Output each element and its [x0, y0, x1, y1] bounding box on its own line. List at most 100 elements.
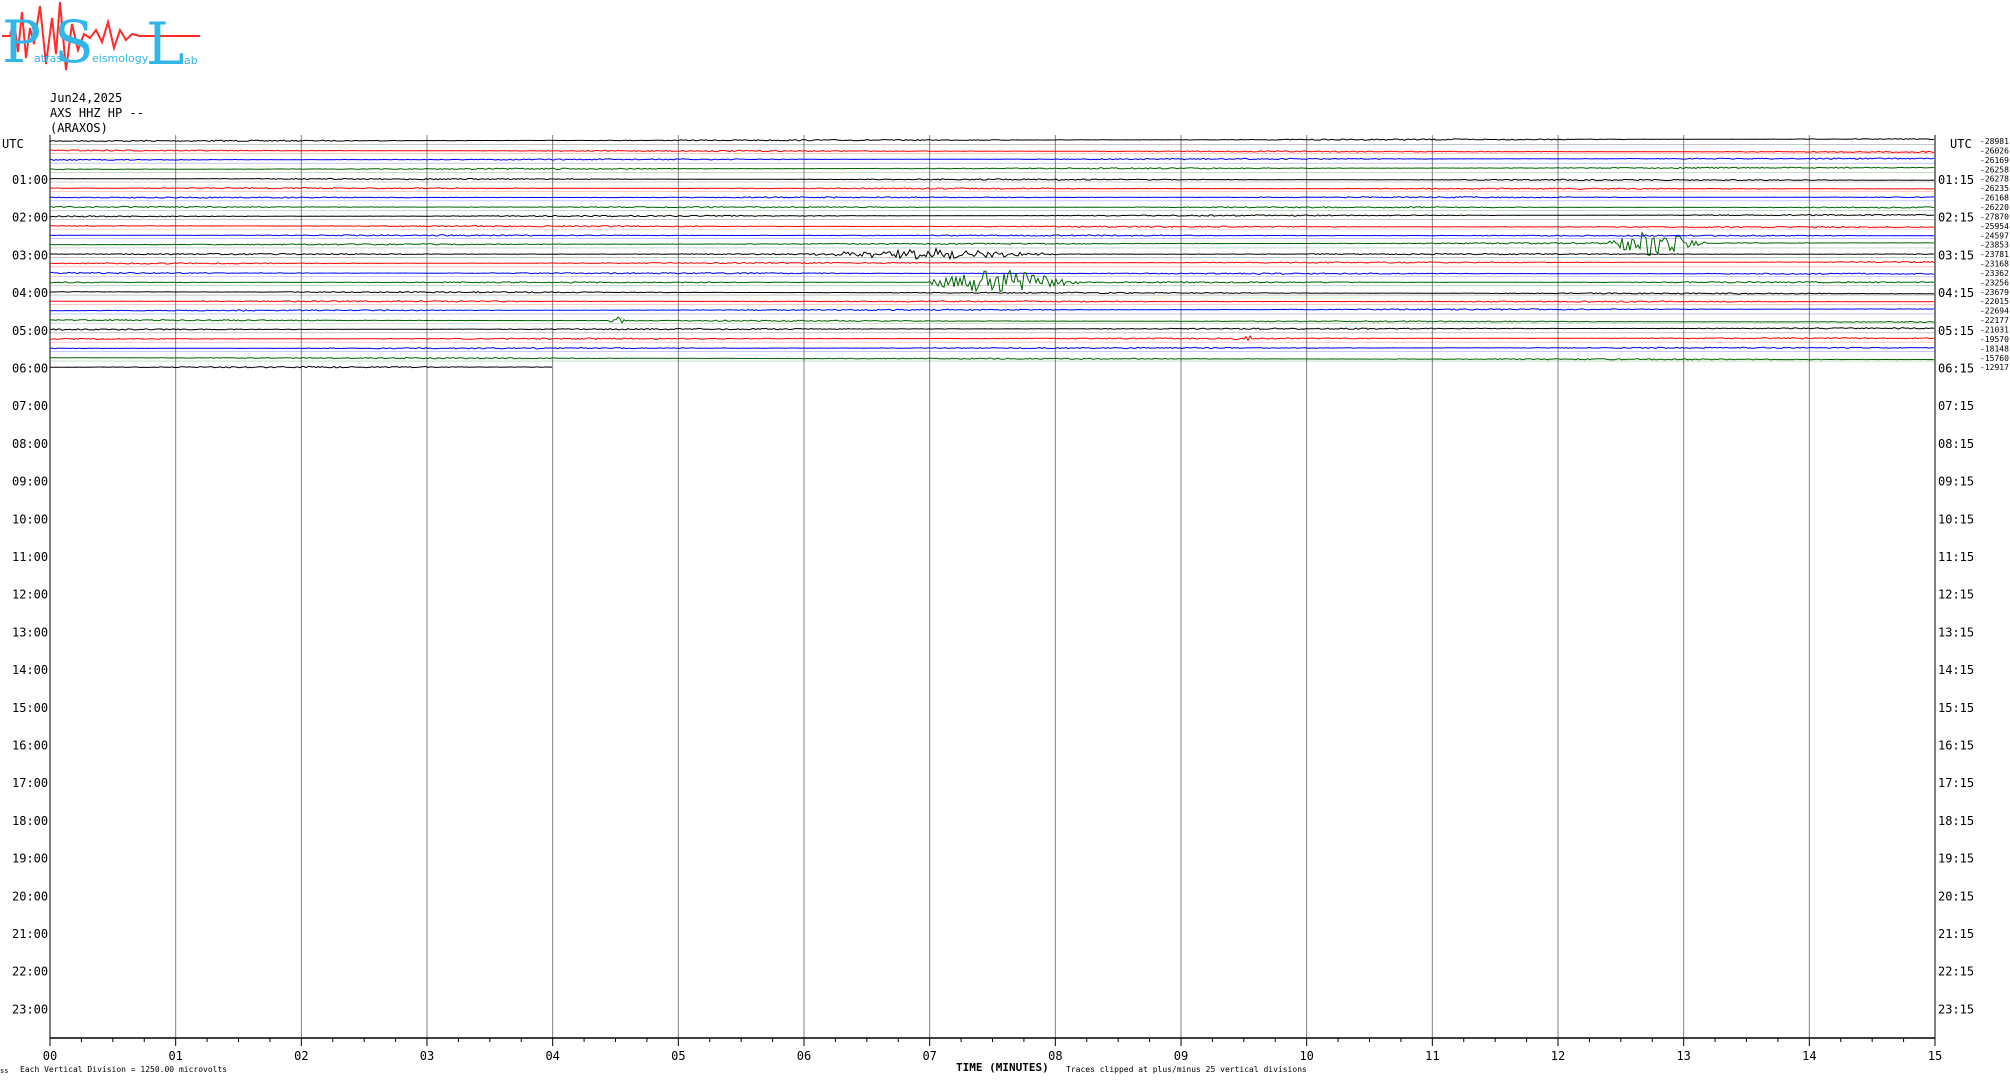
x-tick-label: 03	[420, 1049, 434, 1063]
x-tick-label: 02	[294, 1049, 308, 1063]
offset-label: -25954	[1980, 222, 2009, 231]
offset-label: -18148	[1980, 344, 2009, 353]
offset-label: -24597	[1980, 231, 2009, 240]
right-hour-label: 02:15	[1938, 211, 1974, 225]
offset-label: -27870	[1980, 212, 2009, 221]
right-hour-label: 17:15	[1938, 776, 1974, 790]
x-tick-label: 08	[1048, 1049, 1062, 1063]
vertical-grid	[49, 135, 1936, 1038]
x-tick-label: 09	[1174, 1049, 1188, 1063]
trace-line	[49, 205, 1934, 209]
trace-line	[49, 316, 1935, 324]
x-tick-label: 12	[1551, 1049, 1565, 1063]
offset-label: -22694	[1980, 307, 2009, 316]
right-hour-label: 06:15	[1938, 362, 1974, 376]
right-hour-label: 15:15	[1938, 701, 1974, 715]
x-tick-label: 11	[1425, 1049, 1439, 1063]
left-hour-label: 17:00	[12, 776, 48, 790]
logo-word-ab: ab	[184, 54, 198, 67]
left-hour-label: 23:00	[12, 1002, 48, 1016]
trace-line	[49, 213, 1935, 218]
left-hour-label: 08:00	[12, 437, 48, 451]
left-hour-label: 15:00	[12, 701, 48, 715]
trace-line	[49, 234, 1934, 237]
right-hour-label: 10:15	[1938, 512, 1974, 526]
trace-line	[49, 290, 1934, 295]
footer-clip-note: Traces clipped at plus/minus 25 vertical…	[1066, 1065, 1307, 1074]
x-tick-label: 14	[1802, 1049, 1816, 1063]
offset-label: -26235	[1980, 184, 2009, 193]
trace-line	[49, 346, 1934, 350]
right-hour-label: 03:15	[1938, 248, 1974, 262]
x-tick-label: 07	[922, 1049, 936, 1063]
trace-line	[49, 196, 1935, 199]
offset-label: -12917	[1980, 363, 2009, 372]
right-hour-label: 18:15	[1938, 814, 1974, 828]
trace-line	[49, 327, 1935, 331]
right-hour-label: 12:15	[1938, 588, 1974, 602]
offset-label: -19570	[1980, 335, 2009, 344]
helicorder-chart: P S L atras eismology ab Jun24,2025 AXS …	[0, 1, 2009, 1075]
logo-word-eismology: eismology	[92, 52, 149, 65]
offset-label: -23362	[1980, 269, 2009, 278]
offset-label: -23853	[1980, 241, 2009, 250]
right-hour-label: 20:15	[1938, 889, 1974, 903]
trace-line	[49, 308, 1935, 312]
right-hour-label: 14:15	[1938, 663, 1974, 677]
left-hour-label: 04:00	[12, 286, 48, 300]
left-hour-label: 14:00	[12, 663, 48, 677]
x-axis-title: TIME (MINUTES)	[956, 1061, 1049, 1074]
x-tick-label: 10	[1299, 1049, 1313, 1063]
offset-label: -22177	[1980, 316, 2009, 325]
left-hour-label: 09:00	[12, 475, 48, 489]
x-tick-label: 05	[671, 1049, 685, 1063]
left-hour-label: 22:00	[12, 965, 48, 979]
right-hour-label: 08:15	[1938, 437, 1974, 451]
offset-label: -26169	[1980, 156, 2009, 165]
left-hour-label: 16:00	[12, 739, 48, 753]
right-hour-label: 22:15	[1938, 965, 1974, 979]
right-hour-labels: 01:15 02:15 03:15 04:15 05:15 06:15 07:15 08:15…	[1938, 173, 1974, 1016]
trace-line	[50, 365, 553, 369]
right-hour-label: 11:15	[1938, 550, 1974, 564]
trace-line	[50, 177, 1935, 182]
header-station-name: (ARAXOS)	[50, 121, 108, 135]
offset-label: -23256	[1980, 278, 2009, 287]
left-hour-label: 05:00	[12, 324, 48, 338]
left-hour-label: 13:00	[12, 625, 48, 639]
right-hour-label: 19:15	[1938, 852, 1974, 866]
x-tick-label: 04	[545, 1049, 559, 1063]
offset-label: -26168	[1980, 194, 2009, 203]
logo-letter-l: L	[146, 10, 185, 78]
left-hour-label: 02:00	[12, 211, 48, 225]
x-tick-label: 13	[1676, 1049, 1690, 1063]
left-utc-label: UTC	[2, 137, 24, 151]
left-hour-label: 07:00	[12, 399, 48, 413]
right-hour-label: 01:15	[1938, 173, 1974, 187]
header-date: Jun24,2025	[50, 91, 122, 105]
offset-label: -23781	[1980, 250, 2009, 259]
footer-corner-mark: ss	[0, 1067, 8, 1075]
right-utc-label: UTC	[1950, 137, 1972, 151]
right-hour-label: 13:15	[1938, 625, 1974, 639]
seismogram-traces	[49, 137, 1935, 369]
left-hour-labels: 01:00 02:00 03:00 04:00 05:00 06:00 07:00 08:00…	[12, 173, 48, 1016]
left-hour-label: 12:00	[12, 588, 48, 602]
offset-label: -22015	[1980, 297, 2009, 306]
trace-line	[49, 137, 1935, 143]
x-tick-label: 15	[1928, 1049, 1942, 1063]
left-hour-label: 18:00	[12, 814, 48, 828]
left-hour-label: 10:00	[12, 512, 48, 526]
offset-label: -28981	[1980, 137, 2009, 146]
trace-line	[49, 224, 1935, 229]
psl-logo: P S L atras eismology ab	[2, 1, 200, 78]
offset-label: -26278	[1980, 175, 2009, 184]
header-station-line: AXS HHZ HP --	[50, 106, 144, 120]
trace-line	[49, 260, 1935, 265]
offset-label: -26220	[1980, 203, 2009, 212]
right-hour-label: 07:15	[1938, 399, 1974, 413]
right-hour-label: 04:15	[1938, 286, 1974, 300]
left-hour-label: 19:00	[12, 852, 48, 866]
offset-label: -21031	[1980, 326, 2009, 335]
offset-label: -23679	[1980, 288, 2009, 297]
